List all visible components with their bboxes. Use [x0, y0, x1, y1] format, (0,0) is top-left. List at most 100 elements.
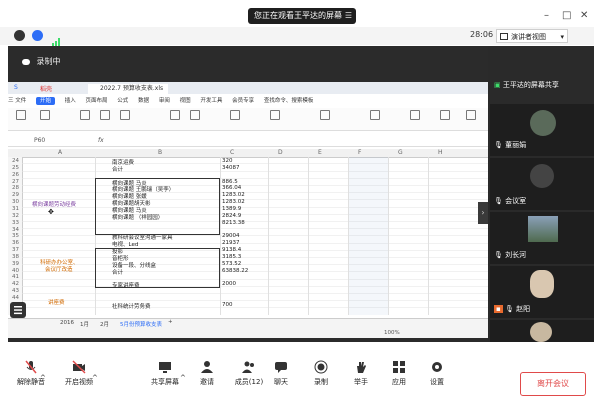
leave-meeting-button[interactable]: 离开会议: [520, 372, 586, 396]
row-number[interactable]: 41: [12, 274, 19, 280]
fx-label[interactable]: fx: [98, 137, 104, 144]
merge-cells-icon[interactable]: [230, 110, 240, 120]
number-format-icon[interactable]: [270, 110, 280, 120]
row-number[interactable]: 30: [12, 199, 19, 205]
raise-hand-button[interactable]: 举手: [340, 360, 382, 387]
app-tab-file[interactable]: 2022.7 预算收支表.xls: [88, 84, 168, 94]
cell-amount[interactable]: 8213.38: [222, 220, 245, 226]
zoom-level[interactable]: 100%: [384, 330, 400, 336]
row-number[interactable]: 24: [12, 158, 19, 164]
cell-amount[interactable]: 573.52: [222, 261, 241, 267]
col-header-c[interactable]: C: [230, 149, 234, 156]
floating-menu-button[interactable]: [10, 302, 26, 318]
cell-amount[interactable]: 2824.9: [222, 213, 241, 219]
table-style-icon[interactable]: [370, 110, 380, 120]
row-number[interactable]: 27: [12, 179, 19, 185]
conditional-format-icon[interactable]: [320, 110, 330, 120]
chat-button[interactable]: 聊天: [260, 360, 302, 387]
col-header-b[interactable]: B: [158, 149, 162, 156]
underline-icon[interactable]: [120, 110, 130, 120]
participant-tile[interactable]: [490, 320, 594, 342]
menu-home[interactable]: 开始: [36, 97, 56, 105]
invite-button[interactable]: 邀请: [186, 360, 228, 387]
col-header-h[interactable]: H: [438, 149, 443, 156]
menu-search[interactable]: 查找命令、搜索模板: [264, 98, 314, 104]
paste-icon[interactable]: [16, 110, 26, 120]
participant-tile[interactable]: 🎙 董丽娟: [490, 104, 594, 156]
menu-formula[interactable]: 公式: [117, 98, 128, 104]
row-number[interactable]: 40: [12, 268, 19, 274]
security-shield-icon[interactable]: [32, 30, 43, 41]
sheet-tab[interactable]: 2016: [60, 320, 74, 326]
col-header-e[interactable]: E: [318, 149, 322, 156]
row-number[interactable]: 35: [12, 233, 19, 239]
cell-amount[interactable]: 63838.22: [222, 268, 248, 274]
row-number[interactable]: 26: [12, 172, 19, 178]
row-number[interactable]: 39: [12, 261, 19, 267]
row-number[interactable]: 44: [12, 295, 19, 301]
record-button[interactable]: 录制: [300, 360, 342, 387]
sort-icon[interactable]: [466, 110, 476, 120]
cell-amount[interactable]: 1389.9: [222, 206, 241, 212]
menu-page-layout[interactable]: 页面布局: [86, 98, 108, 104]
participant-tile[interactable]: 🎙 刘长河: [490, 212, 594, 264]
row-number[interactable]: 42: [12, 281, 19, 287]
cell-amount[interactable]: 21937: [222, 240, 240, 246]
row-number[interactable]: 28: [12, 185, 19, 191]
cell-amount[interactable]: 1283.02: [222, 199, 245, 205]
cell-description[interactable]: 合计: [112, 165, 123, 173]
cell-reference[interactable]: P60: [34, 137, 45, 144]
close-button[interactable]: ✕: [580, 10, 588, 21]
add-sheet-icon[interactable]: +: [168, 319, 173, 325]
sum-icon[interactable]: [410, 110, 420, 120]
row-number[interactable]: 38: [12, 254, 19, 260]
col-header-f[interactable]: F: [358, 149, 361, 156]
app-tab-docer[interactable]: 稻壳: [40, 84, 52, 93]
participant-tile[interactable]: 🎙 会议室: [490, 158, 594, 210]
row-number[interactable]: 34: [12, 227, 19, 233]
row-number[interactable]: 29: [12, 192, 19, 198]
cell-amount[interactable]: 366.04: [222, 185, 241, 191]
cell-amount[interactable]: 700: [222, 302, 233, 308]
sheet-tab-active[interactable]: 5月份预算收支表: [120, 320, 162, 328]
minimize-button[interactable]: –: [544, 10, 549, 21]
cell-amount[interactable]: 886.5: [222, 179, 238, 185]
info-icon[interactable]: [14, 30, 25, 41]
row-number[interactable]: 37: [12, 247, 19, 253]
row-number[interactable]: 43: [12, 288, 19, 294]
menu-developer[interactable]: 开发工具: [200, 98, 222, 104]
banner-menu-icon[interactable]: ☰: [345, 8, 352, 24]
video-options-chevron[interactable]: ^: [92, 374, 98, 382]
cell-amount[interactable]: 2000: [222, 281, 236, 287]
apps-button[interactable]: 应用: [378, 360, 420, 387]
row-number[interactable]: 31: [12, 206, 19, 212]
cell-amount[interactable]: 320: [222, 158, 233, 164]
participant-tile[interactable]: ▪ 🎙 赵阳: [490, 266, 594, 318]
menu-view[interactable]: 视图: [180, 98, 191, 104]
mute-options-chevron[interactable]: ^: [40, 374, 46, 382]
cell-amount[interactable]: 34087: [222, 165, 240, 171]
sheet-tab[interactable]: 1月: [80, 320, 89, 328]
cell-amount[interactable]: 1283.02: [222, 192, 245, 198]
row-number[interactable]: 25: [12, 165, 19, 171]
cell-description[interactable]: 社科统计劳务费: [112, 302, 151, 310]
menu-data[interactable]: 数据: [138, 98, 149, 104]
bold-icon[interactable]: [80, 110, 90, 120]
col-header-d[interactable]: D: [278, 149, 283, 156]
participant-tile[interactable]: ▣ 王平达的屏幕共享: [490, 48, 594, 100]
cell-amount[interactable]: 29004: [222, 233, 240, 239]
share-options-chevron[interactable]: ^: [180, 374, 186, 382]
filter-icon[interactable]: [440, 110, 450, 120]
cell-amount[interactable]: 9138.4: [222, 247, 241, 253]
menu-insert[interactable]: 插入: [65, 98, 76, 104]
view-mode-button[interactable]: 演讲者视图 ▾: [496, 29, 568, 43]
row-number[interactable]: 32: [12, 213, 19, 219]
cell-amount[interactable]: 3185.3: [222, 254, 241, 260]
menu-member[interactable]: 会员专享: [232, 98, 254, 104]
cell-grid[interactable]: [22, 157, 488, 315]
cut-icon[interactable]: [40, 110, 50, 120]
col-header-a[interactable]: A: [58, 149, 62, 156]
row-number[interactable]: 36: [12, 240, 19, 246]
menu-review[interactable]: 审阅: [159, 98, 170, 104]
app-tab-home[interactable]: S: [14, 84, 18, 91]
